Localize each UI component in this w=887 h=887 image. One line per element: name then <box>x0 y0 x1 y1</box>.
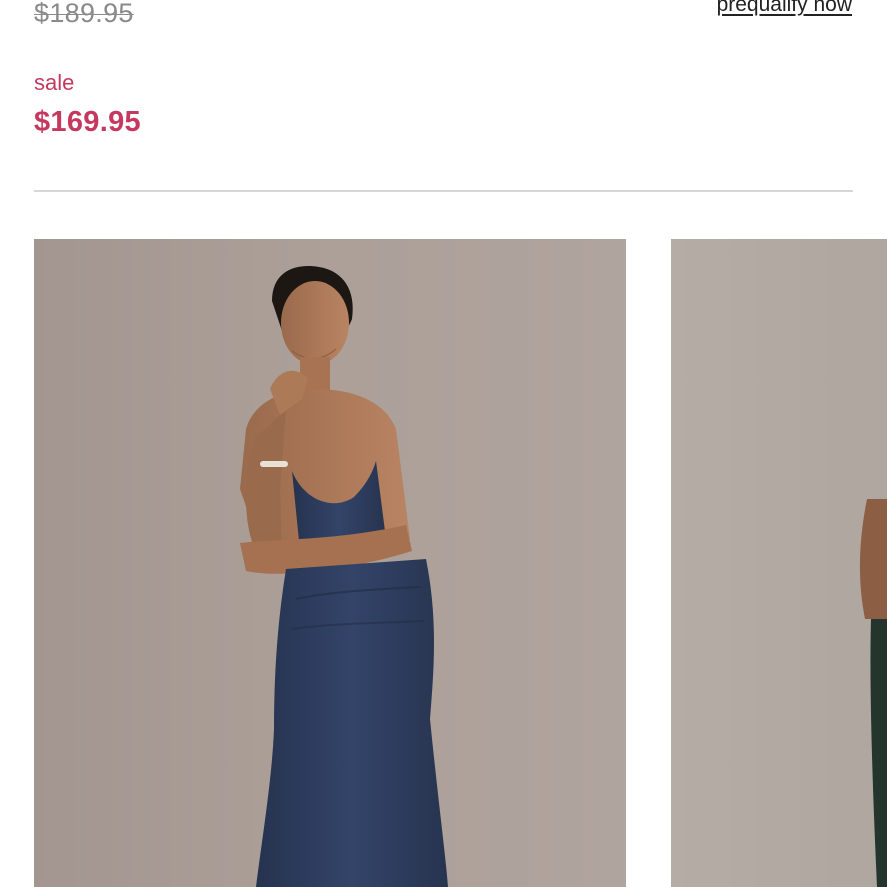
sale-label: sale <box>34 70 75 95</box>
product-image-gallery[interactable] <box>0 239 887 887</box>
model-illustration <box>240 266 448 887</box>
original-price: $189.95 <box>34 0 134 28</box>
product-image-next[interactable] <box>671 239 887 887</box>
product-image-main[interactable] <box>34 239 626 887</box>
section-divider <box>34 190 853 192</box>
sale-price: $169.95 <box>34 106 141 138</box>
prequalify-link[interactable]: prequalify now <box>717 0 852 17</box>
model-partial-illustration <box>859 499 887 887</box>
